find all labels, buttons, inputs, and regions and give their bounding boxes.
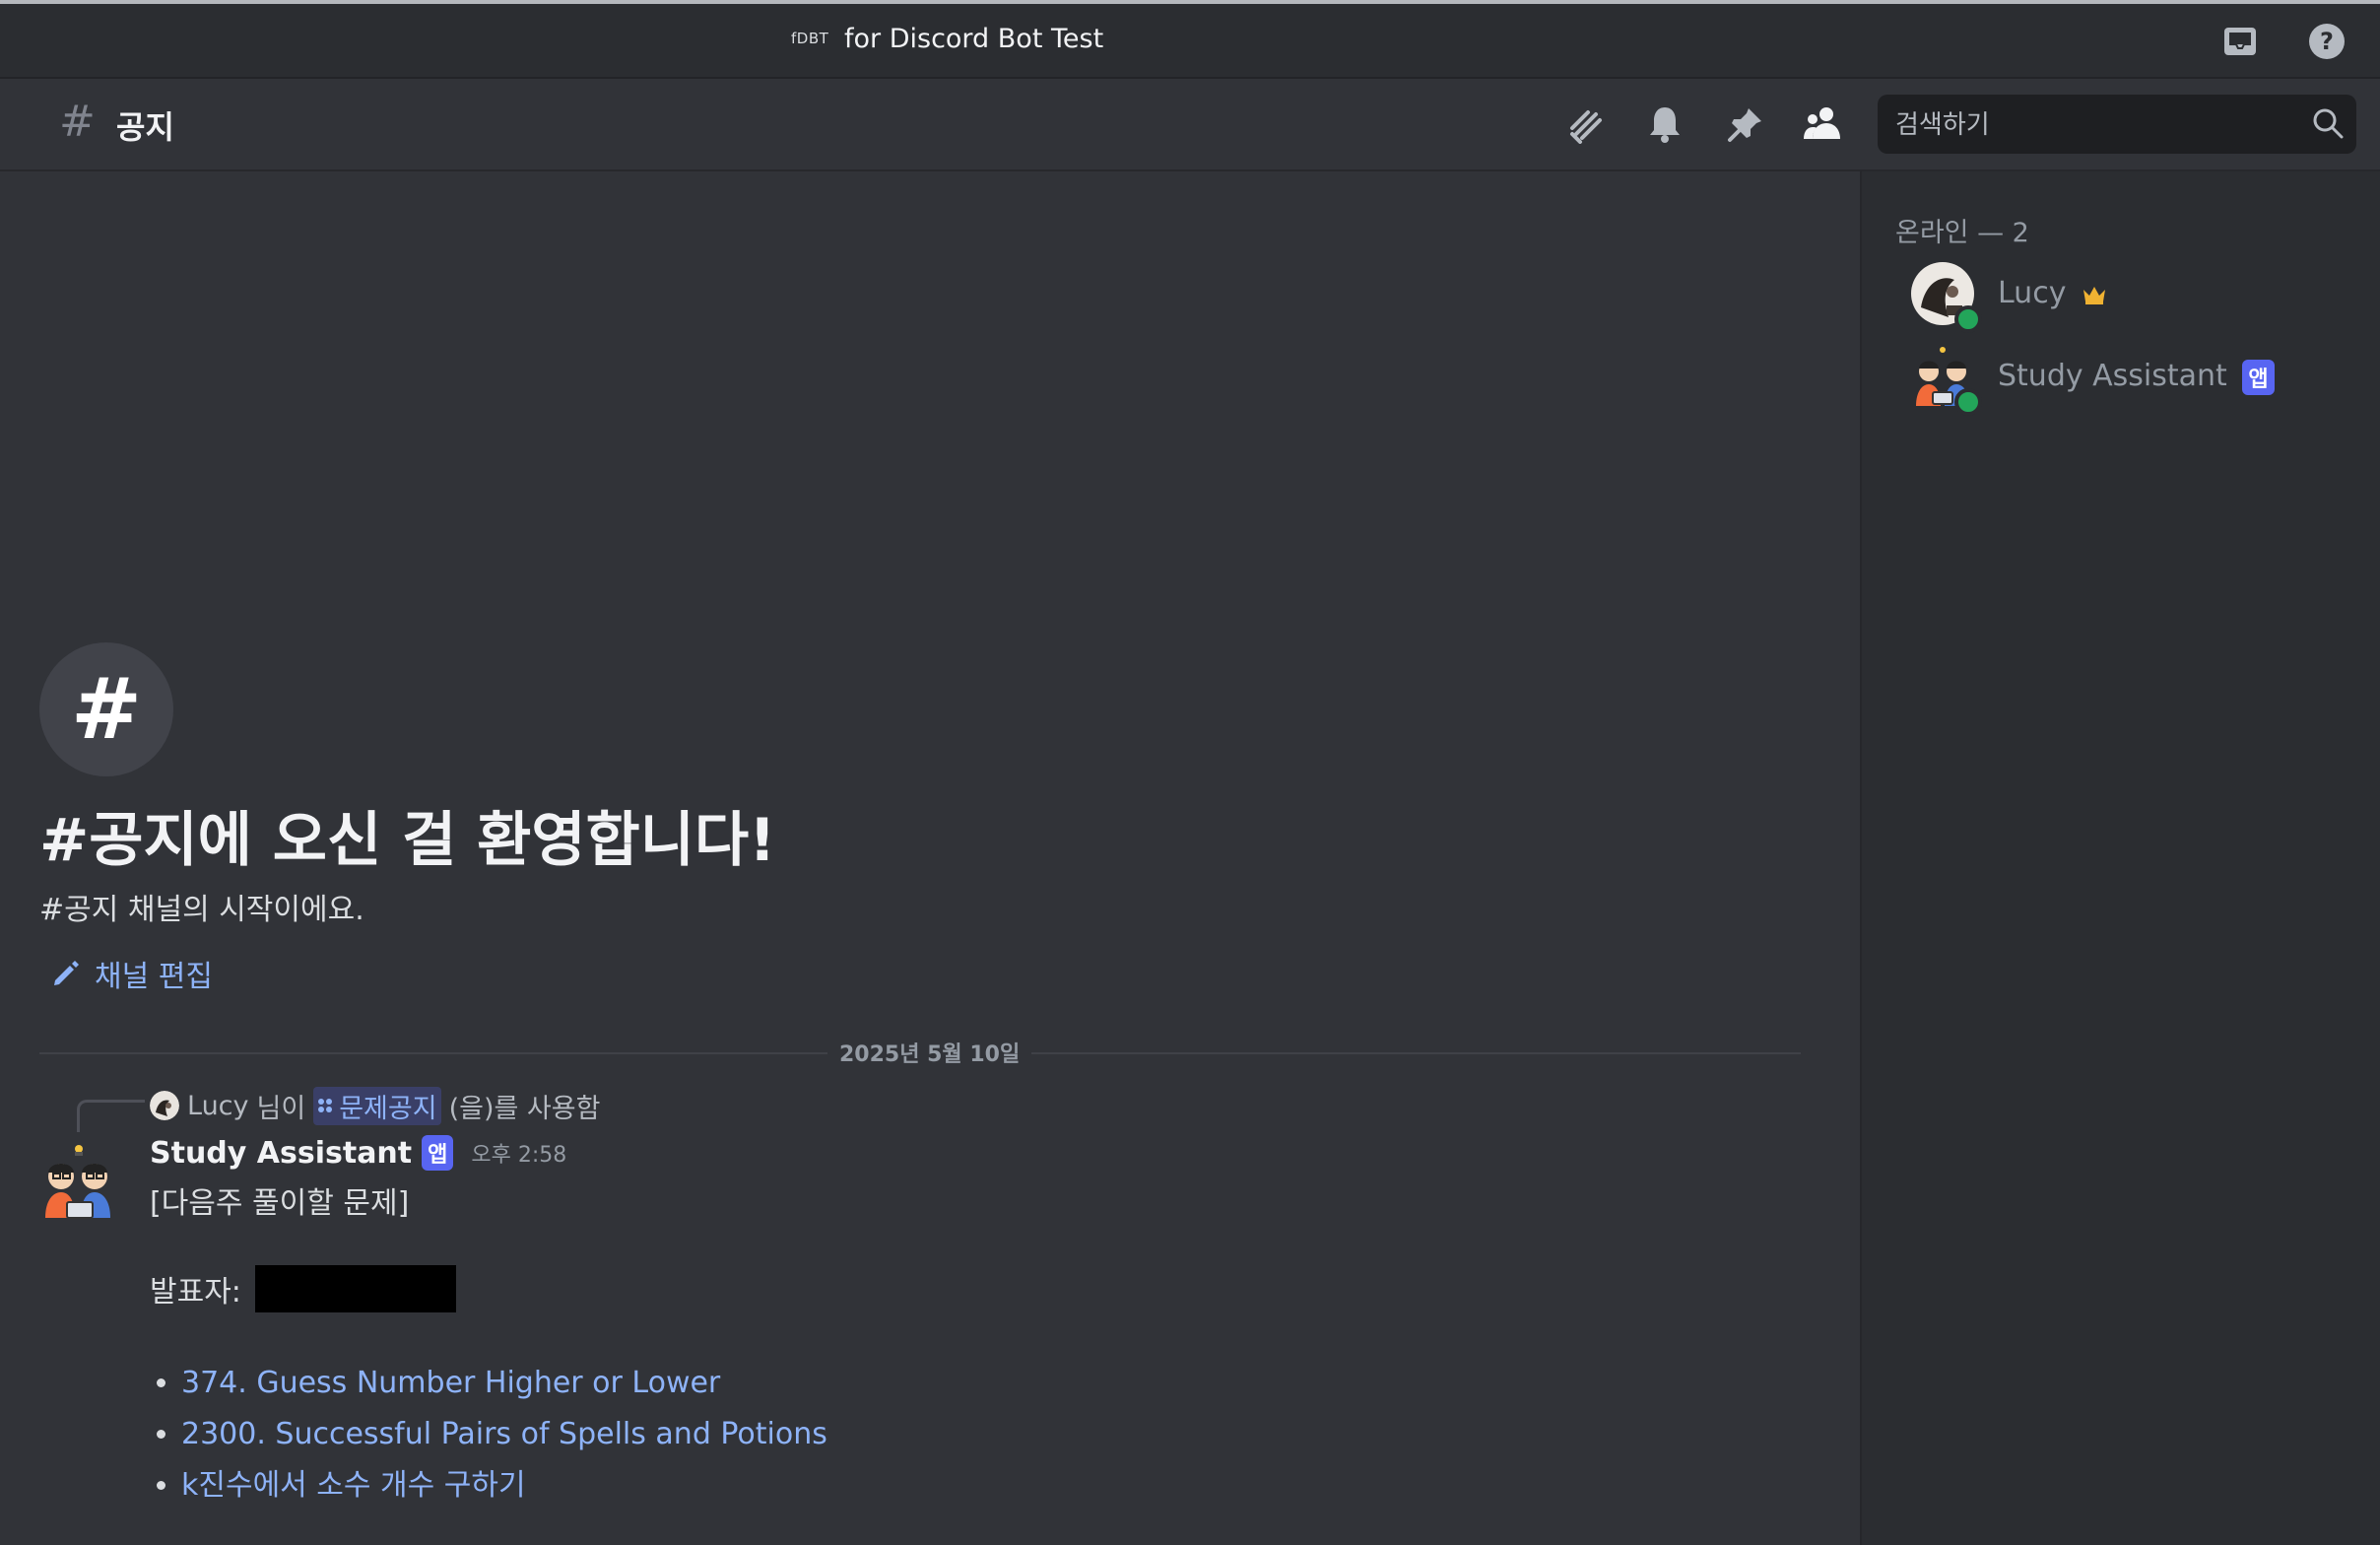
inbox-icon[interactable] bbox=[2220, 22, 2260, 61]
welcome-title: #공지에 오신 걸 환영합니다! bbox=[39, 806, 776, 875]
list-item: 2300. Successful Pairs of Spells and Pot… bbox=[181, 1409, 827, 1460]
date-divider-label: 2025년 5월 10일 bbox=[827, 1037, 1032, 1068]
message-area: # #공지에 오신 걸 환영합니다! #공지 채널의 시작이에요. 채널 편집 … bbox=[0, 171, 1860, 1545]
avatar bbox=[1911, 262, 1982, 333]
edit-channel-button[interactable]: 채널 편집 bbox=[51, 952, 213, 995]
problem-link[interactable]: 374. Guess Number Higher or Lower bbox=[181, 1366, 720, 1400]
app-badge: 앱 bbox=[2242, 359, 2275, 395]
app-command-icon bbox=[318, 1099, 333, 1112]
crown-icon bbox=[2083, 286, 2105, 304]
online-status-indicator bbox=[1954, 305, 1982, 333]
presenter-label: 발표자: bbox=[150, 1275, 241, 1310]
bell-icon[interactable] bbox=[1641, 101, 1688, 148]
reply-connector bbox=[77, 1100, 145, 1132]
avatar bbox=[1911, 345, 1982, 416]
pin-icon[interactable] bbox=[1722, 101, 1769, 148]
lucy-small-avatar[interactable] bbox=[150, 1091, 179, 1120]
slash-command-chip[interactable]: 문제공지 bbox=[313, 1086, 441, 1125]
channel-welcome-icon: # bbox=[39, 642, 173, 776]
member-name: Study Assistant 앱 bbox=[1998, 359, 2275, 395]
help-icon[interactable]: ? bbox=[2307, 22, 2347, 61]
reply-suffix: (을)를 사용함 bbox=[448, 1093, 601, 1124]
message-header: Study Assistant 앱 오후 2:58 bbox=[150, 1135, 566, 1171]
problem-list: 374. Guess Number Higher or Lower 2300. … bbox=[150, 1358, 827, 1511]
command-name: 문제공지 bbox=[339, 1093, 437, 1124]
message-heading: [다음주 풀이할 문제] bbox=[150, 1186, 410, 1221]
channel-hash-icon: # bbox=[59, 97, 96, 147]
search-icon[interactable] bbox=[2311, 106, 2345, 144]
online-status-indicator bbox=[1954, 388, 1982, 416]
server-tag: fDBT bbox=[791, 30, 829, 47]
channel-header: # 공지 bbox=[0, 79, 2380, 171]
search-box[interactable] bbox=[1878, 95, 2356, 156]
problem-link[interactable]: k진수에서 소수 개수 구하기 bbox=[181, 1468, 526, 1503]
reply-user[interactable]: Lucy bbox=[187, 1091, 249, 1121]
list-item: k진수에서 소수 개수 구하기 bbox=[181, 1460, 827, 1511]
online-section-label: 온라인 — 2 bbox=[1895, 218, 2029, 248]
problem-link[interactable]: 2300. Successful Pairs of Spells and Pot… bbox=[181, 1417, 827, 1451]
server-name: for Discord Bot Test bbox=[844, 24, 1104, 54]
app-badge: 앱 bbox=[422, 1135, 454, 1171]
svg-text:?: ? bbox=[2320, 28, 2334, 55]
redacted-name bbox=[254, 1265, 456, 1312]
member-list: 온라인 — 2 Lucy Study Assistant 앱 bbox=[1860, 171, 2380, 1545]
presenter-line: 발표자: bbox=[150, 1265, 456, 1312]
threads-icon[interactable] bbox=[1562, 101, 1610, 148]
list-item: 374. Guess Number Higher or Lower bbox=[181, 1358, 827, 1409]
message-timestamp: 오후 2:58 bbox=[471, 1143, 567, 1168]
member-study-assistant[interactable]: Study Assistant 앱 bbox=[1911, 345, 2364, 416]
search-input[interactable] bbox=[1893, 95, 2291, 156]
member-lucy[interactable]: Lucy bbox=[1911, 262, 2364, 333]
member-name: Lucy bbox=[1998, 276, 2107, 310]
welcome-subtitle: #공지 채널의 시작이에요. bbox=[39, 893, 364, 927]
study-assistant-avatar[interactable] bbox=[39, 1143, 118, 1222]
members-icon[interactable] bbox=[1799, 101, 1846, 148]
pencil-icon bbox=[54, 961, 79, 985]
title-bar: fDBT for Discord Bot Test ? bbox=[0, 4, 2380, 79]
edit-channel-label: 채널 편집 bbox=[95, 960, 213, 994]
reply-prefix: 님이 bbox=[256, 1093, 306, 1124]
message-author[interactable]: Study Assistant bbox=[150, 1136, 412, 1171]
channel-name: 공지 bbox=[116, 108, 174, 146]
command-reply-context[interactable]: Lucy 님이 문제공지 (을)를 사용함 bbox=[150, 1086, 600, 1125]
